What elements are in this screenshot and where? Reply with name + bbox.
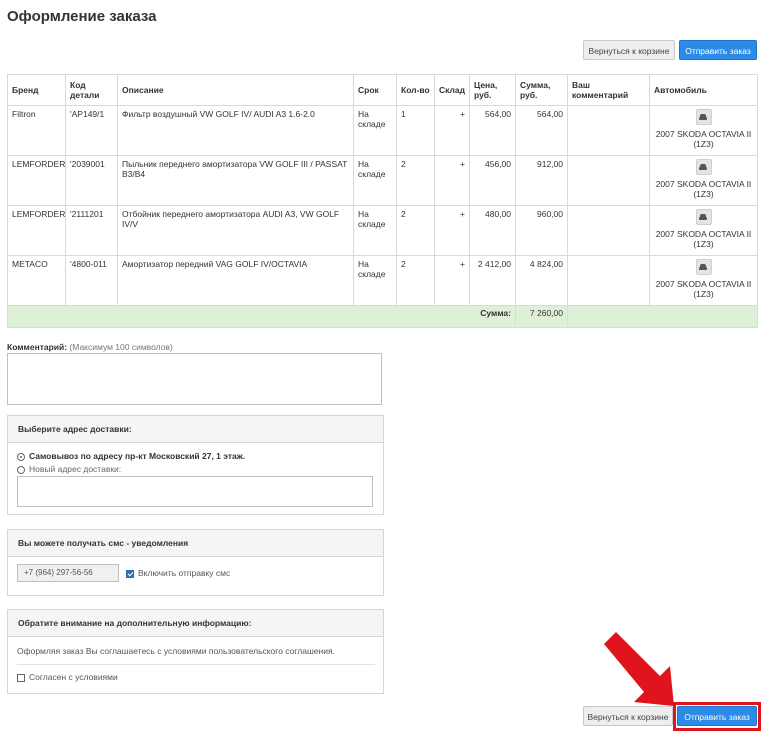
car-icon[interactable]: [695, 109, 712, 125]
cell-code: '4800-011: [65, 255, 118, 306]
cell-qty: 2: [396, 155, 435, 206]
delivery-option-new[interactable]: Новый адрес доставки:: [17, 464, 121, 474]
cell-term: На складе: [353, 105, 397, 156]
car-label: 2007 SKODA OCTAVIA II (1Z3): [655, 229, 752, 249]
total-row: Сумма: 7 260,00: [7, 305, 758, 328]
new-address-textarea[interactable]: [17, 476, 373, 507]
cell-brand: Filtron: [7, 105, 66, 156]
table-row: METACO '4800-011 Амортизатор передний VA…: [7, 255, 758, 306]
cell-description: Фильтр воздушный VW GOLF IV/ AUDI A3 1.6…: [117, 105, 354, 156]
header-sum: Сумма, руб.: [515, 74, 568, 106]
car-label: 2007 SKODA OCTAVIA II (1Z3): [655, 279, 752, 299]
header-stock: Склад: [434, 74, 470, 106]
table-header-row: Бренд Код детали Описание Срок Кол-во Ск…: [7, 74, 758, 106]
header-term: Срок: [353, 74, 397, 106]
header-qty: Кол-во: [396, 74, 435, 106]
cell-sum: 960,00: [515, 205, 568, 256]
cell-car: 2007 SKODA OCTAVIA II (1Z3): [649, 255, 758, 306]
header-description: Описание: [117, 74, 354, 106]
cell-comment[interactable]: [567, 105, 650, 156]
cell-code: '2039001: [65, 155, 118, 206]
sms-panel-title: Вы можете получать смс - уведомления: [8, 530, 383, 557]
header-car: Автомобиль: [649, 74, 758, 106]
cell-term: На складе: [353, 155, 397, 206]
cell-car: 2007 SKODA OCTAVIA II (1Z3): [649, 105, 758, 156]
total-value: 7 260,00: [515, 305, 568, 328]
header-brand: Бренд: [7, 74, 66, 106]
cell-brand: LEMFORDER: [7, 155, 66, 206]
car-label: 2007 SKODA OCTAVIA II (1Z3): [655, 179, 752, 199]
submit-order-button-top[interactable]: Отправить заказ: [679, 40, 757, 60]
phone-input[interactable]: +7 (964) 297-56-56: [17, 564, 119, 582]
cell-stock: +: [434, 105, 470, 156]
agree-checkbox[interactable]: Согласен с условиями: [17, 672, 118, 682]
page-title: Оформление заказа: [7, 8, 157, 25]
delivery-panel: Выберите адрес доставки: Самовывоз по ад…: [7, 415, 384, 515]
car-icon[interactable]: [695, 159, 712, 175]
header-code: Код детали: [65, 74, 118, 106]
cell-description: Отбойник переднего амортизатора AUDI A3,…: [117, 205, 354, 256]
red-arrow-annotation: [604, 632, 674, 706]
comment-hint: (Максимум 100 символов): [69, 342, 173, 352]
checkbox-icon[interactable]: [17, 673, 25, 682]
order-table: Бренд Код детали Описание Срок Кол-во Ск…: [7, 74, 758, 328]
comment-textarea[interactable]: [7, 353, 382, 405]
cell-price: 456,00: [469, 155, 516, 206]
radio-selected-icon[interactable]: [17, 452, 25, 461]
cell-comment[interactable]: [567, 255, 650, 306]
sms-enable-checkbox[interactable]: Включить отправку смс: [126, 568, 230, 578]
cell-brand: METACO: [7, 255, 66, 306]
table-row: Filtron 'AP149/1 Фильтр воздушный VW GOL…: [7, 105, 758, 156]
cell-comment[interactable]: [567, 205, 650, 256]
cell-sum: 564,00: [515, 105, 568, 156]
delivery-panel-title: Выберите адрес доставки:: [8, 416, 383, 443]
cell-sum: 4 824,00: [515, 255, 568, 306]
cell-qty: 1: [396, 105, 435, 156]
table-row: LEMFORDER '2111201 Отбойник переднего ам…: [7, 205, 758, 256]
sms-panel: Вы можете получать смс - уведомления +7 …: [7, 529, 384, 596]
cell-qty: 2: [396, 205, 435, 256]
notice-panel: Обратите внимание на дополнительную инфо…: [7, 609, 384, 694]
divider: [17, 664, 375, 665]
checkbox-checked-icon[interactable]: [126, 569, 134, 578]
total-label: Сумма:: [7, 305, 516, 328]
cell-sum: 912,00: [515, 155, 568, 206]
car-icon[interactable]: [695, 259, 712, 275]
back-to-cart-button-bottom[interactable]: Вернуться к корзине: [583, 706, 673, 726]
comment-label: Комментарий: (Максимум 100 символов): [7, 342, 173, 352]
cell-comment[interactable]: [567, 155, 650, 206]
cell-stock: +: [434, 255, 470, 306]
notice-panel-title: Обратите внимание на дополнительную инфо…: [8, 610, 383, 637]
radio-icon[interactable]: [17, 465, 25, 474]
delivery-option-pickup[interactable]: Самовывоз по адресу пр-кт Московский 27,…: [17, 451, 245, 461]
car-label: 2007 SKODA OCTAVIA II (1Z3): [655, 129, 752, 149]
cell-description: Пыльник переднего амортизатора VW GOLF I…: [117, 155, 354, 206]
cell-car: 2007 SKODA OCTAVIA II (1Z3): [649, 155, 758, 206]
back-to-cart-button-top[interactable]: Вернуться к корзине: [583, 40, 675, 60]
cell-term: На складе: [353, 255, 397, 306]
cell-car: 2007 SKODA OCTAVIA II (1Z3): [649, 205, 758, 256]
cell-price: 480,00: [469, 205, 516, 256]
header-comment: Ваш комментарий: [567, 74, 650, 106]
cell-price: 564,00: [469, 105, 516, 156]
highlight-box-annotation: [673, 702, 761, 731]
notice-text: Оформляя заказ Вы соглашаетесь с условия…: [17, 646, 335, 656]
cell-code: 'AP149/1: [65, 105, 118, 156]
cell-brand: LEMFORDER: [7, 205, 66, 256]
table-row: LEMFORDER '2039001 Пыльник переднего амо…: [7, 155, 758, 206]
cell-term: На складе: [353, 205, 397, 256]
cell-stock: +: [434, 205, 470, 256]
cell-description: Амортизатор передний VAG GOLF IV/OCTAVIA: [117, 255, 354, 306]
header-price: Цена, руб.: [469, 74, 516, 106]
cell-price: 2 412,00: [469, 255, 516, 306]
cell-code: '2111201: [65, 205, 118, 256]
cell-qty: 2: [396, 255, 435, 306]
car-icon[interactable]: [695, 209, 712, 225]
cell-stock: +: [434, 155, 470, 206]
